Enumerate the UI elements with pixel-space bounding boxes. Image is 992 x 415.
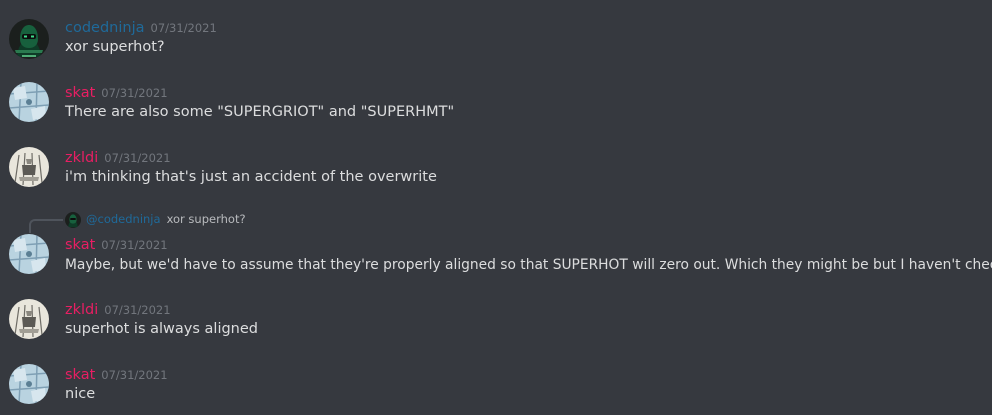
message-content: superhot is always aligned: [65, 321, 258, 337]
ninja-avatar-icon[interactable]: [65, 212, 81, 228]
message-timestamp: 07/31/2021: [101, 368, 168, 382]
chat-message: codedninja 07/31/2021 xor superhot?: [0, 0, 992, 70]
message-content: Maybe, but we'd have to assume that they…: [65, 257, 992, 273]
message-author[interactable]: skat: [65, 367, 95, 383]
chat-message: skat 07/31/2021 nice: [0, 355, 992, 415]
message-content: i'm thinking that's just an accident of …: [65, 169, 437, 185]
message-author[interactable]: zkldi: [65, 302, 98, 318]
message-timestamp: 07/31/2021: [150, 21, 217, 35]
message-timestamp: 07/31/2021: [101, 86, 168, 100]
sketch-avatar-icon[interactable]: [9, 299, 49, 339]
message-content: nice: [65, 386, 96, 402]
reply-preview: @codedninja xor superhot?: [86, 212, 246, 226]
sketch-avatar-icon[interactable]: [9, 147, 49, 187]
reply-mention[interactable]: @codedninja: [86, 212, 161, 226]
message-content: There are also some "SUPERGRIOT" and "SU…: [65, 104, 455, 120]
chat-message: zkldi 07/31/2021 superhot is always align…: [0, 291, 992, 355]
message-content: xor superhot?: [65, 39, 165, 55]
reply-snippet[interactable]: xor superhot?: [167, 212, 246, 226]
message-timestamp: 07/31/2021: [104, 303, 171, 317]
message-author[interactable]: codedninja: [65, 20, 145, 36]
message-author[interactable]: skat: [65, 85, 95, 101]
chat-log: codedninja 07/31/2021 xor superhot? skat 0…: [0, 0, 992, 415]
chat-message: skat 07/31/2021 There are also some "SUPE…: [0, 70, 992, 136]
message-author[interactable]: skat: [65, 237, 95, 253]
reply-reference[interactable]: @codedninja xor superhot?: [29, 211, 989, 233]
map-avatar-icon[interactable]: [9, 82, 49, 122]
message-author[interactable]: zkldi: [65, 150, 98, 166]
map-avatar-icon[interactable]: [9, 234, 49, 274]
map-avatar-icon[interactable]: [9, 364, 49, 404]
message-timestamp: 07/31/2021: [101, 238, 168, 252]
chat-message: skat 07/31/2021 Maybe, but we'd have to a…: [0, 231, 992, 291]
message-timestamp: 07/31/2021: [104, 151, 171, 165]
ninja-avatar-icon[interactable]: [9, 19, 49, 59]
chat-message: zkldi 07/31/2021 i'm thinking that's just…: [0, 136, 992, 206]
